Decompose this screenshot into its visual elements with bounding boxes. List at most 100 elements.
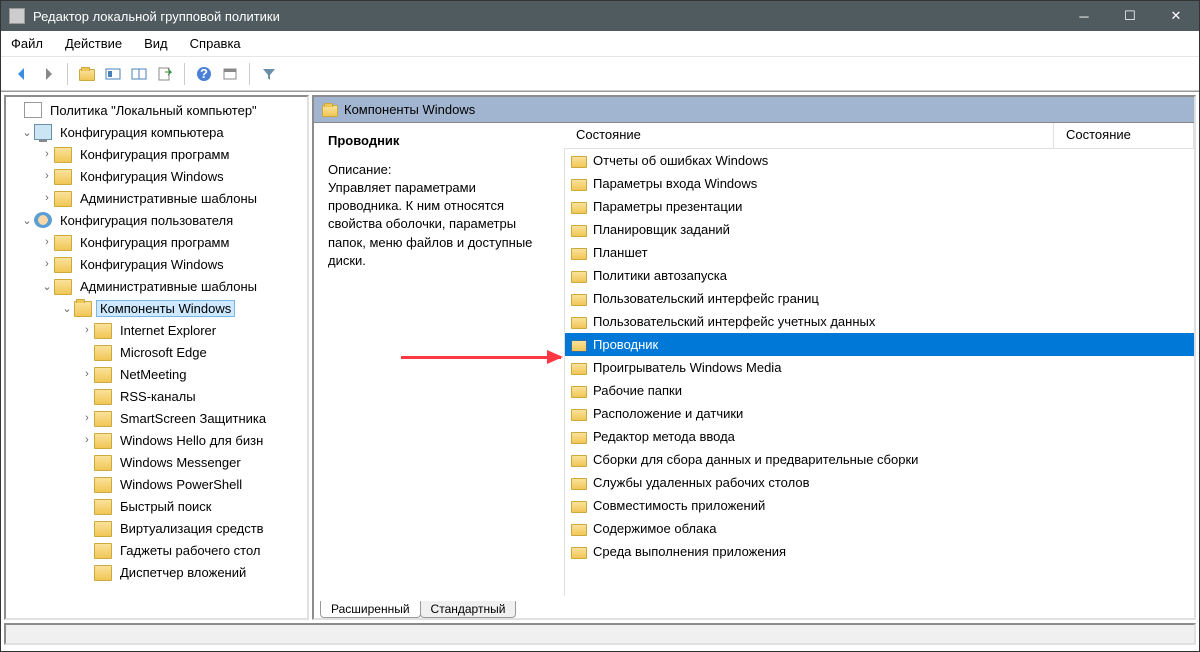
tree-rss[interactable]: ›RSS-каналы: [6, 385, 307, 407]
tree-software-config-u[interactable]: › Конфигурация программ: [6, 231, 307, 253]
column-state2[interactable]: Состояние: [1054, 123, 1194, 148]
folder-icon: [94, 477, 112, 493]
menu-help[interactable]: Справка: [190, 36, 241, 51]
tree-powershell[interactable]: ›Windows PowerShell: [6, 473, 307, 495]
list-item[interactable]: Планшет: [565, 241, 1194, 264]
list-item[interactable]: Планировщик заданий: [565, 218, 1194, 241]
up-button[interactable]: [76, 63, 98, 85]
description-text: Управляет параметрами проводника. К ним …: [328, 179, 550, 270]
tree-label: Конфигурация программ: [76, 235, 233, 250]
list-item[interactable]: Редактор метода ввода: [565, 425, 1194, 448]
list-item[interactable]: Сборки для сбора данных и предварительны…: [565, 448, 1194, 471]
tree-virtualization[interactable]: ›Виртуализация средств: [6, 517, 307, 539]
list-item[interactable]: Проводник: [565, 333, 1194, 356]
menu-view[interactable]: Вид: [144, 36, 168, 51]
tree-windows-config[interactable]: › Конфигурация Windows: [6, 165, 307, 187]
folder-icon: [571, 547, 587, 559]
list-item[interactable]: Службы удаленных рабочих столов: [565, 471, 1194, 494]
tree-ie[interactable]: ›Internet Explorer: [6, 319, 307, 341]
menu-file[interactable]: Файл: [11, 36, 43, 51]
tree-win-components[interactable]: ⌄ Компоненты Windows: [6, 297, 307, 319]
tree-label: Административные шаблоны: [76, 191, 261, 206]
app-icon: [9, 8, 25, 24]
export-button[interactable]: [154, 63, 176, 85]
minimize-button[interactable]: ─: [1061, 1, 1107, 31]
help-button[interactable]: ?: [193, 63, 215, 85]
back-button[interactable]: [11, 63, 33, 85]
path-header-label: Компоненты Windows: [344, 102, 475, 117]
list-pane[interactable]: Отчеты об ошибках WindowsПараметры входа…: [564, 149, 1194, 596]
tree-admin-templates[interactable]: › Административные шаблоны: [6, 187, 307, 209]
tree-user-config[interactable]: ⌄ Конфигурация пользователя: [6, 209, 307, 231]
tree-windows-config-u[interactable]: › Конфигурация Windows: [6, 253, 307, 275]
tree-edge[interactable]: ›Microsoft Edge: [6, 341, 307, 363]
tree-hello[interactable]: ›Windows Hello для бизн: [6, 429, 307, 451]
folder-icon: [571, 478, 587, 490]
tree-admin-templates-u[interactable]: ⌄ Административные шаблоны: [6, 275, 307, 297]
close-button[interactable]: ✕: [1153, 1, 1199, 31]
list-item[interactable]: Среда выполнения приложения: [565, 540, 1194, 563]
tree-gadgets[interactable]: ›Гаджеты рабочего стол: [6, 539, 307, 561]
list-item-label: Сборки для сбора данных и предварительны…: [593, 452, 918, 467]
list-item[interactable]: Проигрыватель Windows Media: [565, 356, 1194, 379]
tree-root-node[interactable]: ▾ Политика "Локальный компьютер": [6, 99, 307, 121]
list-item[interactable]: Расположение и датчики: [565, 402, 1194, 425]
folder-icon: [571, 271, 587, 283]
list-item-label: Расположение и датчики: [593, 406, 743, 421]
description-pane: Проводник Описание: Управляет параметрам…: [314, 123, 564, 596]
toolbar-btn-2[interactable]: [128, 63, 150, 85]
filter-button[interactable]: [258, 63, 280, 85]
tree-messenger[interactable]: ›Windows Messenger: [6, 451, 307, 473]
list-item[interactable]: Совместимость приложений: [565, 494, 1194, 517]
maximize-button[interactable]: ☐: [1107, 1, 1153, 31]
tree-label: Административные шаблоны: [76, 279, 261, 294]
folder-icon: [571, 225, 587, 237]
list-item[interactable]: Параметры входа Windows: [565, 172, 1194, 195]
folder-icon: [571, 317, 587, 329]
folder-icon: [94, 345, 112, 361]
tree-label: Конфигурация компьютера: [56, 125, 228, 140]
tree-label: Windows Hello для бизн: [116, 433, 267, 448]
tree-label: Microsoft Edge: [116, 345, 211, 360]
list-item[interactable]: Пользовательский интерфейс границ: [565, 287, 1194, 310]
tab-extended[interactable]: Расширенный: [320, 601, 421, 618]
forward-button[interactable]: [37, 63, 59, 85]
tree-smartscreen[interactable]: ›SmartScreen Защитника: [6, 407, 307, 429]
tab-standard[interactable]: Стандартный: [420, 601, 517, 618]
list-item[interactable]: Отчеты об ошибках Windows: [565, 149, 1194, 172]
menubar: Файл Действие Вид Справка: [1, 31, 1199, 57]
folder-icon: [571, 386, 587, 398]
tree-label: Виртуализация средств: [116, 521, 268, 536]
folder-icon: [54, 235, 72, 251]
folder-icon: [571, 248, 587, 260]
window-title: Редактор локальной групповой политики: [33, 9, 1061, 24]
folder-icon: [94, 411, 112, 427]
menu-action[interactable]: Действие: [65, 36, 122, 51]
folder-icon: [54, 279, 72, 295]
list-item[interactable]: Рабочие папки: [565, 379, 1194, 402]
folder-icon: [571, 179, 587, 191]
description-label: Описание:: [328, 162, 550, 177]
folder-icon: [54, 257, 72, 273]
tree-label: Быстрый поиск: [116, 499, 216, 514]
toolbar-btn-1[interactable]: [102, 63, 124, 85]
folder-icon: [571, 409, 587, 421]
column-state[interactable]: Состояние: [564, 123, 1054, 148]
folder-icon: [54, 191, 72, 207]
tree-software-config[interactable]: › Конфигурация программ: [6, 143, 307, 165]
folder-icon: [94, 521, 112, 537]
policy-icon: [24, 102, 42, 118]
list-item[interactable]: Политики автозапуска: [565, 264, 1194, 287]
list-item[interactable]: Содержимое облака: [565, 517, 1194, 540]
list-item-label: Содержимое облака: [593, 521, 716, 536]
details-pane: Компоненты Windows Проводник Описание: У…: [312, 95, 1196, 620]
list-item[interactable]: Параметры презентации: [565, 195, 1194, 218]
tree-dispatcher[interactable]: ›Диспетчер вложений: [6, 561, 307, 583]
tree-netmeeting[interactable]: ›NetMeeting: [6, 363, 307, 385]
list-item[interactable]: Пользовательский интерфейс учетных данны…: [565, 310, 1194, 333]
list-item-label: Редактор метода ввода: [593, 429, 735, 444]
tree-quicksearch[interactable]: ›Быстрый поиск: [6, 495, 307, 517]
list-item-label: Проводник: [593, 337, 658, 352]
toolbar-btn-3[interactable]: [219, 63, 241, 85]
tree-computer-config[interactable]: ⌄ Конфигурация компьютера: [6, 121, 307, 143]
